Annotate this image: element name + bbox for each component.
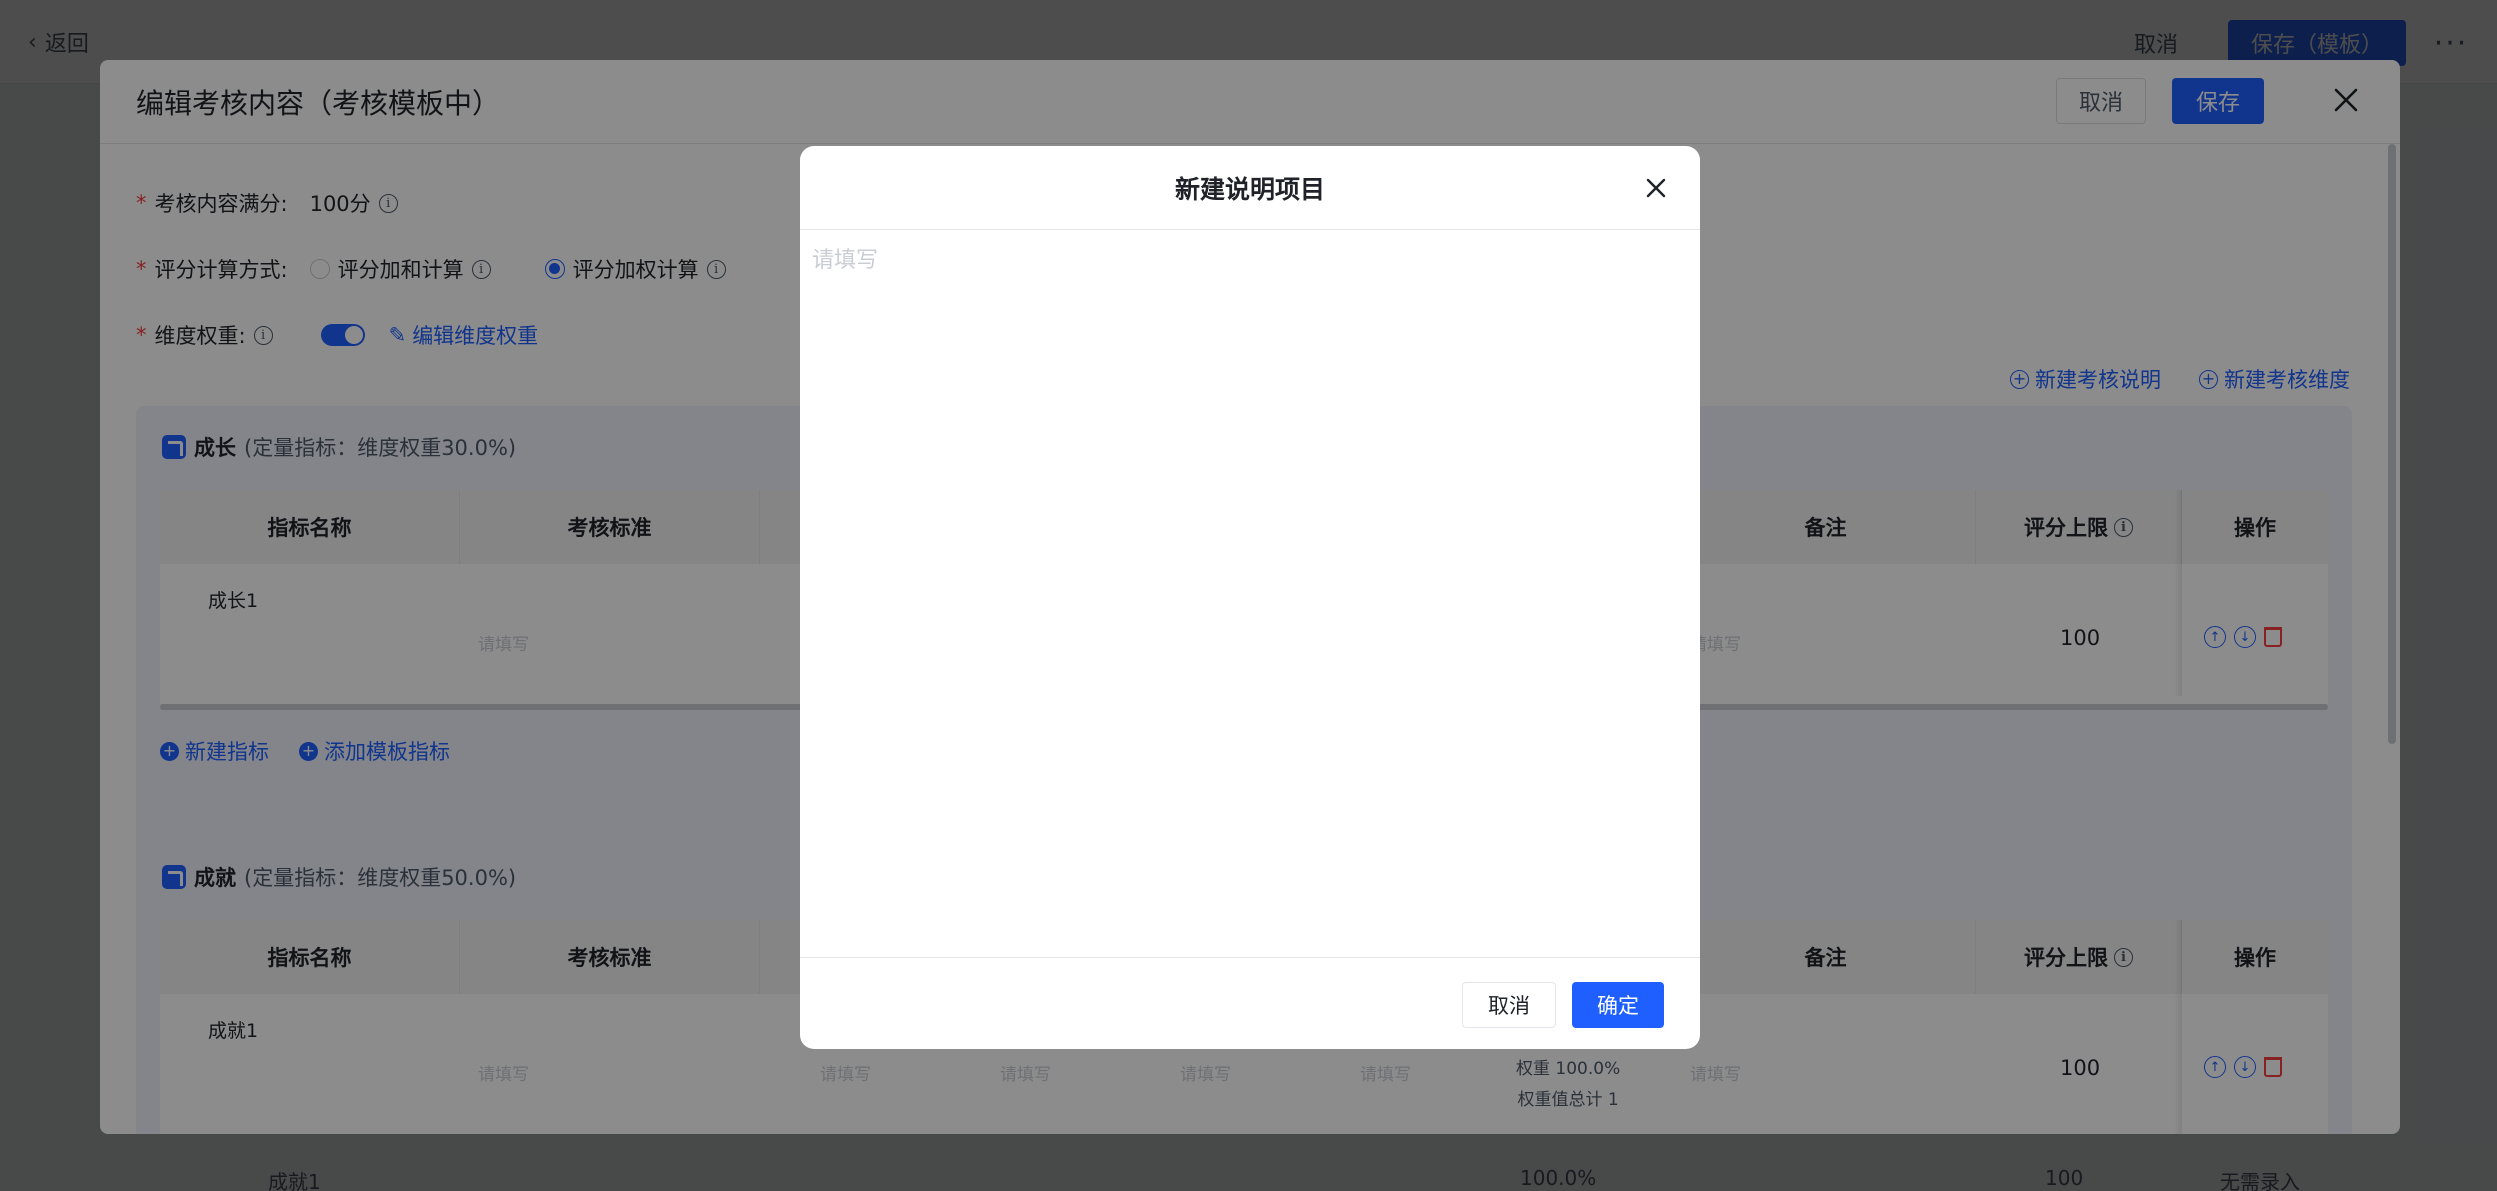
dialog-footer: 取消 确定 xyxy=(800,957,1700,1049)
dialog-confirm-button[interactable]: 确定 xyxy=(1572,982,1664,1028)
dialog-title: 新建说明项目 xyxy=(800,146,1700,230)
dialog-cancel-button[interactable]: 取消 xyxy=(1462,982,1556,1028)
description-textarea[interactable] xyxy=(812,242,1688,942)
new-description-dialog: 新建说明项目 取消 确定 xyxy=(800,146,1700,1049)
close-icon[interactable] xyxy=(1640,172,1672,204)
